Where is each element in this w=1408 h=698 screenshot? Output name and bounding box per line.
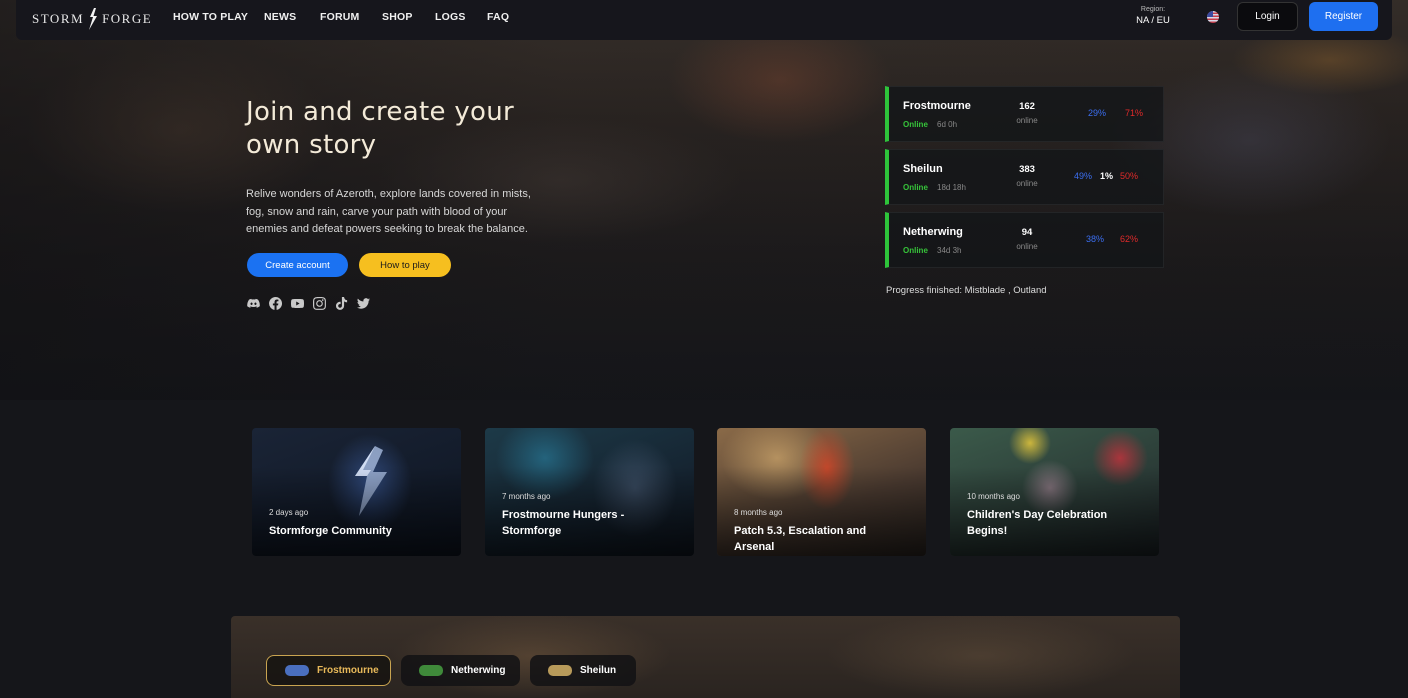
us-flag-icon[interactable] <box>1207 11 1219 23</box>
nav-logs[interactable]: LOGS <box>435 11 466 23</box>
sheilun-emblem-icon <box>548 665 572 676</box>
neutral-percent: 1% <box>1100 171 1114 181</box>
logo-text-right: FORGE <box>102 11 153 26</box>
alliance-percent: 49% <box>1074 171 1093 181</box>
nav-news[interactable]: NEWS <box>264 11 296 23</box>
news-title: Stormforge Community <box>269 525 392 537</box>
nav-faq[interactable]: FAQ <box>487 11 509 23</box>
news-card[interactable]: 10 months ago Children's Day Celebration… <box>950 428 1159 556</box>
social-links <box>247 297 370 310</box>
news-date: 8 months ago <box>734 508 783 517</box>
realm-online-label: online <box>1016 242 1038 251</box>
nav-forum[interactable]: FORUM <box>320 11 360 23</box>
hero-title: Join and create your own story <box>246 97 514 160</box>
instagram-icon[interactable] <box>313 297 326 310</box>
realm-name: Frostmourne <box>903 100 971 112</box>
horde-percent: 62% <box>1120 234 1139 244</box>
nav-how-to-play[interactable]: HOW TO PLAY <box>173 11 248 23</box>
realm-online-label: online <box>1016 116 1038 125</box>
nav-shop[interactable]: SHOP <box>382 11 413 23</box>
create-account-button[interactable]: Create account <box>247 253 348 277</box>
region-selector[interactable]: Region: NA / EU <box>1136 6 1170 26</box>
login-button[interactable]: Login <box>1237 2 1298 31</box>
realm-uptime: 18d 18h <box>937 183 966 192</box>
alliance-percent: 38% <box>1086 234 1105 244</box>
realm-card-sheilun[interactable]: Sheilun Online 18d 18h 383 online 49% 1%… <box>885 149 1164 205</box>
realm-status: Online <box>903 246 928 255</box>
realm-status-list: Frostmourne Online 6d 0h 162 online 29% … <box>885 86 1164 275</box>
tab-label: Netherwing <box>451 665 506 676</box>
how-to-play-button[interactable]: How to play <box>359 253 451 277</box>
news-date: 10 months ago <box>967 492 1020 501</box>
tab-frostmourne[interactable]: Frostmourne <box>266 655 391 686</box>
twitter-icon[interactable] <box>357 297 370 310</box>
news-title: Children's Day Celebration Begins! <box>967 509 1108 537</box>
tab-label: Frostmourne <box>317 665 379 676</box>
logo[interactable]: STORM FORGE <box>32 8 152 30</box>
flame-logo-icon <box>89 8 98 30</box>
realm-status: Online <box>903 120 928 129</box>
news-title: Frostmourne Hungers - Stormforge <box>502 509 625 537</box>
horde-percent: 71% <box>1125 108 1144 118</box>
realm-status: Online <box>903 183 928 192</box>
realm-online-label: online <box>1016 179 1038 188</box>
tab-label: Sheilun <box>580 665 617 676</box>
register-button[interactable]: Register <box>1309 2 1378 31</box>
logo-text-left: STORM <box>32 11 85 26</box>
news-date: 2 days ago <box>269 508 309 517</box>
horde-percent: 50% <box>1120 171 1139 181</box>
news-card[interactable]: 2 days ago Stormforge Community <box>252 428 461 556</box>
youtube-icon[interactable] <box>291 297 304 310</box>
realm-player-count: 383 <box>1019 164 1035 175</box>
realm-name: Netherwing <box>903 226 963 238</box>
news-date: 7 months ago <box>502 492 551 501</box>
news-title: Patch 5.3, Escalation and Arsenal <box>734 525 867 553</box>
realm-uptime: 34d 3h <box>937 246 962 255</box>
frostmourne-emblem-icon <box>285 665 309 676</box>
news-card[interactable]: 8 months ago Patch 5.3, Escalation and A… <box>717 428 926 556</box>
tab-sheilun[interactable]: Sheilun <box>530 655 636 686</box>
hero-description: Relive wonders of Azeroth, explore lands… <box>246 188 531 235</box>
progress-finished-text: Progress finished: Mistblade , Outland <box>886 285 1047 296</box>
realm-card-netherwing[interactable]: Netherwing Online 34d 3h 94 online 38% 6… <box>885 212 1164 268</box>
realm-player-count: 94 <box>1021 227 1033 238</box>
region-label: Region: <box>1140 6 1166 13</box>
netherwing-emblem-icon <box>419 665 443 676</box>
region-value: NA / EU <box>1136 15 1170 26</box>
tiktok-icon[interactable] <box>335 297 348 310</box>
realm-uptime: 6d 0h <box>937 120 958 129</box>
realm-card-frostmourne[interactable]: Frostmourne Online 6d 0h 162 online 29% … <box>885 86 1164 142</box>
discord-icon[interactable] <box>247 297 260 310</box>
tab-netherwing[interactable]: Netherwing <box>401 655 520 686</box>
news-card[interactable]: 7 months ago Frostmourne Hungers - Storm… <box>485 428 694 556</box>
realm-name: Sheilun <box>903 163 943 175</box>
alliance-percent: 29% <box>1088 108 1107 118</box>
facebook-icon[interactable] <box>269 297 282 310</box>
hero-overlay <box>0 0 1408 400</box>
realm-player-count: 162 <box>1019 101 1035 112</box>
